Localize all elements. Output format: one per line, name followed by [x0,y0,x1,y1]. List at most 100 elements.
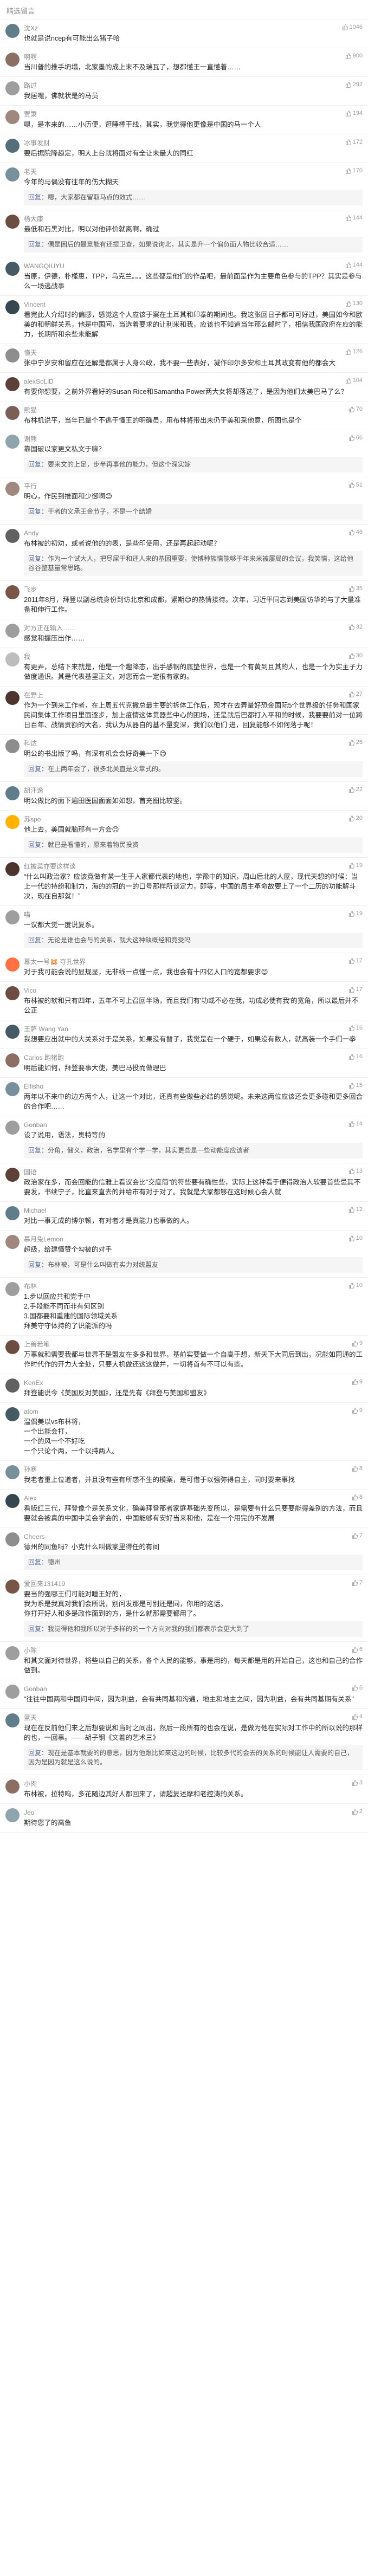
comment-author[interactable]: Michael [24,1206,46,1215]
like-button[interactable]: 9 [352,1407,363,1414]
avatar[interactable] [5,53,20,67]
comment-author[interactable]: 幕太一号🐹 夺孔世界 [24,957,86,966]
avatar[interactable] [5,215,20,229]
avatar[interactable] [5,377,20,391]
avatar[interactable] [5,986,20,1000]
avatar[interactable] [5,1282,20,1296]
avatar[interactable] [5,482,20,496]
like-button[interactable]: 8 [352,1465,363,1472]
comment-author[interactable]: atom [24,1407,38,1416]
comment-author[interactable]: 啊啊 [24,53,37,61]
comment-author[interactable]: 慕月兔Lemon [24,1235,63,1244]
like-button[interactable]: 3 [352,1779,363,1786]
avatar[interactable] [5,1465,20,1479]
like-button[interactable]: 70 [348,406,363,412]
like-button[interactable]: 19 [348,862,363,869]
avatar[interactable] [5,1532,20,1546]
comment-author[interactable]: 爱回来131419 [24,1580,65,1588]
like-button[interactable]: 194 [345,110,363,116]
avatar[interactable] [5,300,20,314]
like-button[interactable]: 104 [345,377,363,384]
avatar[interactable] [5,1407,20,1421]
comment-author[interactable]: Andy [24,529,38,538]
avatar[interactable] [5,1168,20,1182]
like-button[interactable]: 16 [348,1025,363,1031]
like-button[interactable]: 6 [352,1646,363,1653]
avatar[interactable] [5,739,20,753]
avatar[interactable] [5,406,20,420]
like-button[interactable]: 9 [352,1340,363,1347]
comment-author[interactable]: Gonban [24,1121,47,1129]
like-button[interactable]: 35 [348,585,363,592]
comment-author[interactable]: 在野上 [24,691,43,700]
like-button[interactable]: 1046 [342,24,363,30]
like-button[interactable]: 130 [345,300,363,307]
avatar[interactable] [5,1235,20,1249]
like-button[interactable]: 15 [348,1082,363,1089]
comment-author[interactable]: Gonban [24,1685,47,1693]
comment-author[interactable]: Elfisho [24,1082,43,1091]
comment-author[interactable]: 小陈 [24,1646,37,1655]
comment-author[interactable]: 懂天 [24,348,37,357]
comment-author[interactable]: 老天 [24,167,37,176]
comment-author[interactable]: 国语 [24,1168,37,1176]
comment-author[interactable]: 孙寒 [24,1465,37,1474]
comment-author[interactable]: 路过 [24,81,37,90]
like-button[interactable]: 2 [352,1808,363,1815]
avatar[interactable] [5,957,20,972]
comment-author[interactable]: Alex [24,1494,36,1503]
like-button[interactable]: 16 [348,1053,363,1060]
like-button[interactable]: 7 [352,1532,363,1539]
avatar[interactable] [5,1340,20,1354]
avatar[interactable] [5,910,20,924]
avatar[interactable] [5,1494,20,1508]
avatar[interactable] [5,585,20,599]
comment-author[interactable]: 沈Xz [24,24,38,33]
comment-author[interactable]: 飞步 [24,585,37,594]
like-button[interactable]: 144 [345,262,363,268]
like-button[interactable]: 27 [348,691,363,697]
avatar[interactable] [5,624,20,638]
comment-author[interactable]: Vico [24,986,36,995]
comment-author[interactable]: 平行 [24,482,37,490]
like-button[interactable]: 9 [352,1378,363,1385]
avatar[interactable] [5,81,20,95]
comment-author[interactable]: Carlos 跑猪跑 [24,1053,64,1062]
comment-author[interactable]: 红被菜亦要这样谈 [24,862,76,871]
like-button[interactable]: 170 [345,167,363,174]
avatar[interactable] [5,139,20,153]
like-button[interactable]: 10 [348,1282,363,1289]
like-button[interactable]: 17 [348,986,363,993]
like-button[interactable]: 46 [348,529,363,535]
avatar[interactable] [5,691,20,705]
avatar[interactable] [5,348,20,363]
like-button[interactable]: 19 [348,910,363,917]
comment-author[interactable]: 小肉 [24,1779,37,1788]
avatar[interactable] [5,815,20,829]
like-button[interactable]: 20 [348,815,363,821]
avatar[interactable] [5,1082,20,1096]
like-button[interactable]: 22 [348,786,363,793]
comment-author[interactable]: WANGQIUYU [24,262,64,270]
avatar[interactable] [5,1580,20,1594]
like-button[interactable]: 32 [348,624,363,630]
comment-author[interactable]: 苏spo [24,815,41,824]
like-button[interactable]: 292 [345,81,363,88]
comment-author[interactable]: alexSoLiD [24,377,54,386]
comment-author[interactable]: 冰事发财 [24,139,50,147]
like-button[interactable]: 51 [348,482,363,488]
avatar[interactable] [5,110,20,124]
comment-author[interactable]: Vincent [24,300,46,309]
comment-author[interactable]: 蓝天 [24,1713,37,1722]
like-button[interactable]: 5 [352,1685,363,1691]
comment-author[interactable]: 上善若笔 [24,1340,50,1349]
like-button[interactable]: 10 [348,1235,363,1241]
like-button[interactable]: 4 [352,1713,363,1720]
avatar[interactable] [5,1121,20,1135]
like-button[interactable]: 25 [348,739,363,746]
avatar[interactable] [5,1025,20,1039]
avatar[interactable] [5,1808,20,1822]
avatar[interactable] [5,167,20,182]
comment-author[interactable]: 熊猫 [24,406,37,415]
comment-author[interactable]: 贾秉 [24,110,37,119]
